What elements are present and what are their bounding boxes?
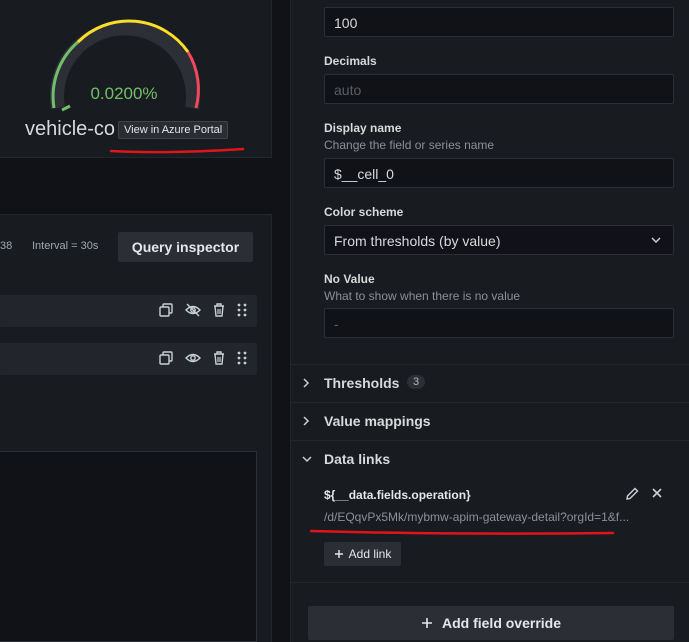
display-name-description: Change the field or series name <box>324 138 495 152</box>
gauge-value: 0.0200% <box>90 84 158 103</box>
thresholds-title: Thresholds <box>324 375 400 391</box>
field-options-pane: 100 Decimals auto Display name Change th… <box>290 0 689 642</box>
red-annotation-underline <box>309 529 615 535</box>
azure-portal-tooltip: View in Azure Portal <box>118 121 229 139</box>
no-value-label: No Value <box>324 272 375 286</box>
show-query-icon[interactable] <box>185 351 201 365</box>
plus-icon <box>334 550 343 558</box>
chevron-down-icon <box>651 237 661 244</box>
add-field-override-label: Add field override <box>441 615 562 631</box>
data-links-title: Data links <box>324 451 391 467</box>
panel-preview-area: 0.0200% vehicle-co View in Azure Portal … <box>0 0 290 642</box>
decimals-label: Decimals <box>324 54 377 68</box>
add-link-button[interactable]: Add link <box>324 542 401 566</box>
display-name-label: Display name <box>324 121 402 135</box>
color-scheme-value: From thresholds (by value) <box>334 233 501 249</box>
value-mappings-section-header[interactable]: Value mappings <box>291 402 689 440</box>
add-link-label: Add link <box>348 547 392 561</box>
divider <box>291 582 689 583</box>
query-editor-textbox[interactable] <box>0 451 257 642</box>
query-options-text: 38 Interval = 30s <box>0 240 98 252</box>
query-row[interactable] <box>0 295 257 327</box>
color-scheme-select[interactable]: From thresholds (by value) <box>324 225 674 255</box>
value-mappings-title: Value mappings <box>324 413 431 429</box>
chevron-right-icon <box>303 378 310 388</box>
delete-query-icon[interactable] <box>213 303 225 317</box>
data-link-actions <box>625 487 663 501</box>
duplicate-query-icon[interactable] <box>159 351 173 365</box>
drag-handle-icon[interactable] <box>237 351 247 365</box>
gauge-series-label[interactable]: vehicle-co <box>25 118 115 141</box>
red-annotation-underline <box>109 147 245 154</box>
close-icon[interactable] <box>651 487 663 499</box>
query-inspector-button[interactable]: Query inspector <box>118 232 253 262</box>
no-value-input[interactable]: - <box>324 308 674 338</box>
data-links-section-header[interactable]: Data links <box>291 440 689 478</box>
color-scheme-label: Color scheme <box>324 205 404 219</box>
drag-handle-icon[interactable] <box>237 303 247 317</box>
decimals-input[interactable]: auto <box>324 74 674 104</box>
no-value-description: What to show when there is no value <box>324 289 521 303</box>
data-link-title: ${__data.fields.operation} <box>324 488 471 502</box>
thresholds-count-badge: 3 <box>407 375 426 389</box>
hide-query-icon[interactable] <box>185 303 201 317</box>
delete-query-icon[interactable] <box>213 351 225 365</box>
query-row[interactable] <box>0 343 257 375</box>
add-field-override-button[interactable]: Add field override <box>308 606 674 640</box>
display-name-input[interactable]: $__cell_0 <box>324 158 674 188</box>
plus-icon <box>421 618 432 628</box>
duplicate-query-icon[interactable] <box>159 303 173 317</box>
data-link-url: /d/EQqvPx5Mk/mybmw-apim-gateway-detail?o… <box>324 510 630 524</box>
chevron-down-icon <box>302 456 312 463</box>
chevron-right-icon <box>303 416 310 426</box>
max-value-input[interactable]: 100 <box>324 7 674 37</box>
edit-pencil-icon[interactable] <box>625 487 639 501</box>
query-interval: Interval = 30s <box>32 240 99 252</box>
gauge-panel: 0.0200% vehicle-co View in Azure Portal <box>0 0 272 158</box>
thresholds-section-header[interactable]: Thresholds 3 <box>291 364 689 402</box>
query-stat-fragment: 38 <box>0 240 13 252</box>
